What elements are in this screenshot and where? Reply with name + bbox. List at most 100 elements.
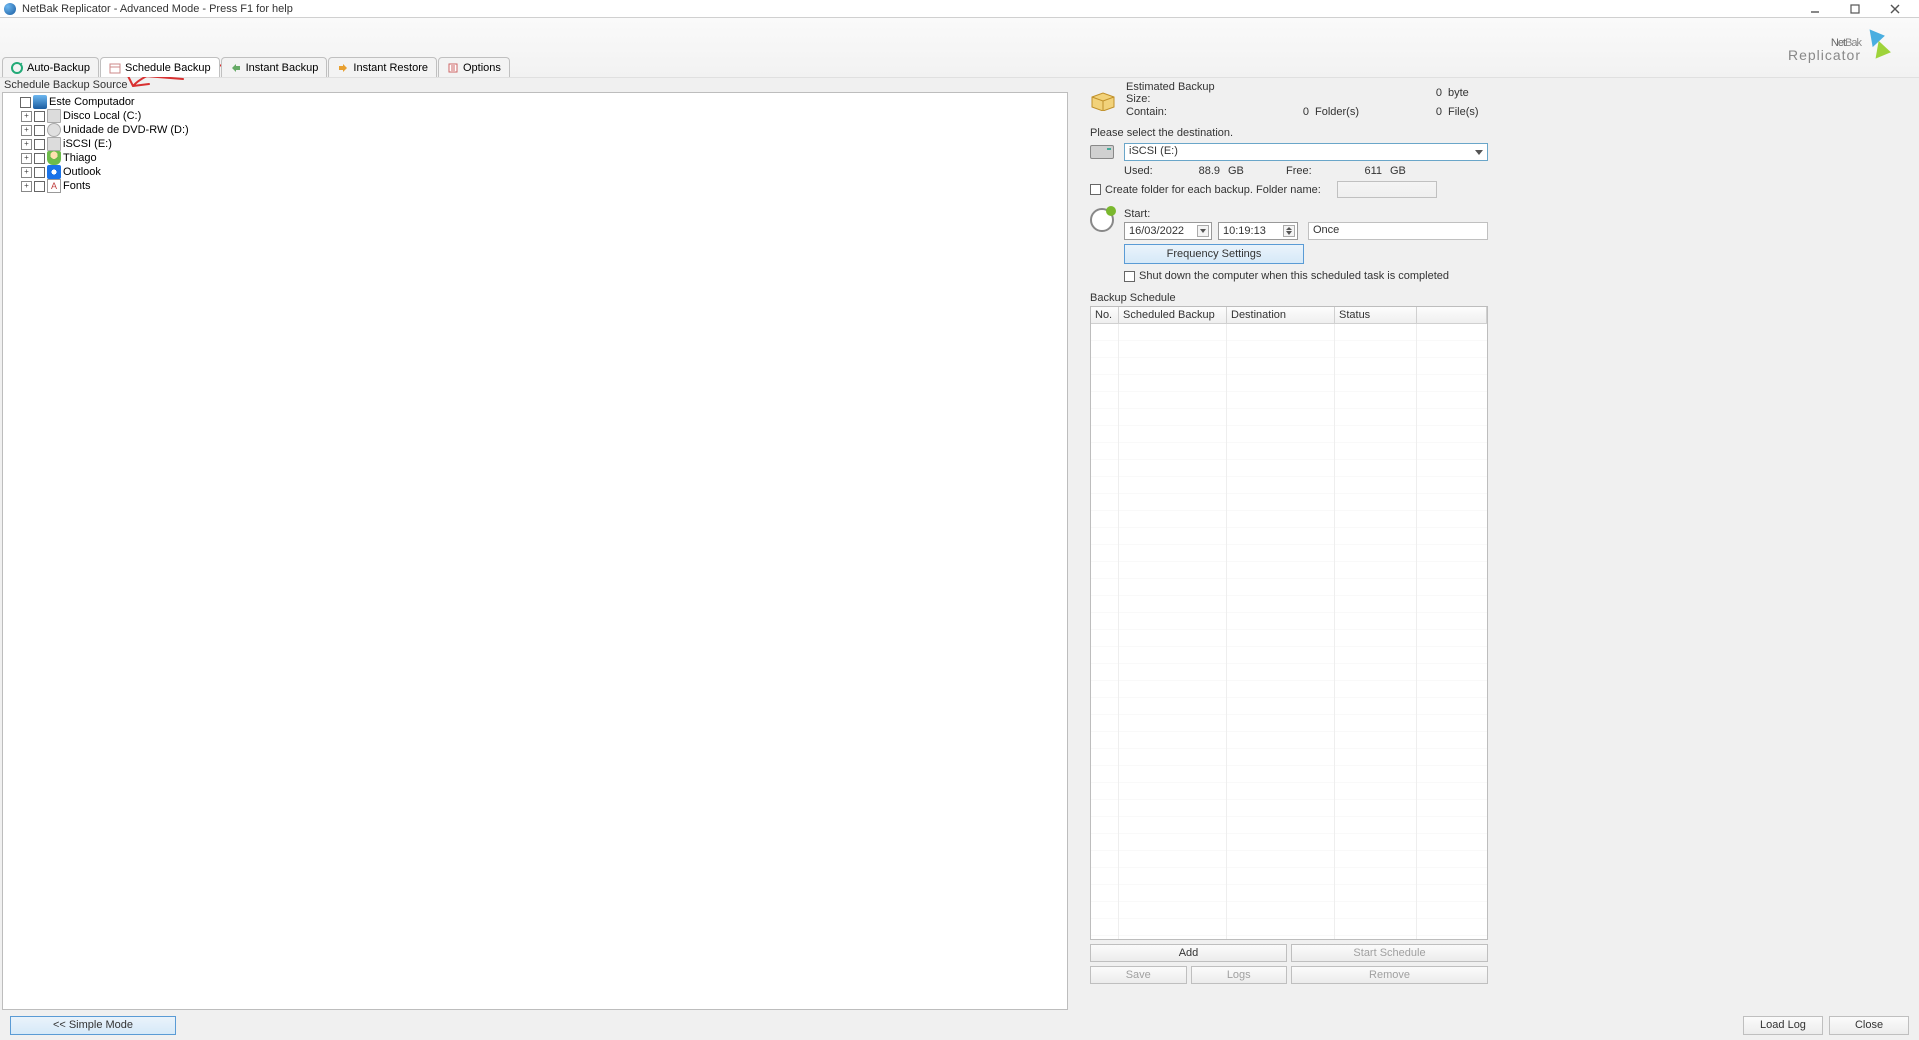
date-picker-icon[interactable] (1197, 225, 1209, 237)
titlebar: NetBak Replicator - Advanced Mode - Pres… (0, 0, 1919, 18)
checkbox[interactable] (34, 111, 45, 122)
used-value: 88.9 (1164, 165, 1220, 177)
folders-value: 0 (1249, 106, 1309, 118)
start-date-input[interactable]: 16/03/2022 (1124, 222, 1212, 240)
tree-node-fonts[interactable]: + Fonts (7, 179, 1063, 193)
expander-icon[interactable]: + (21, 153, 32, 164)
used-label: Used: (1124, 165, 1160, 177)
tab-schedule-backup-label: Schedule Backup (125, 62, 211, 74)
fonts-icon (47, 179, 61, 193)
checkbox[interactable] (34, 125, 45, 136)
tab-instant-backup-label: Instant Backup (246, 62, 319, 74)
schedule-action-buttons: Add Start Schedule Save Logs Remove (1090, 944, 1488, 1006)
tree-node-drive-c[interactable]: + Disco Local (C:) (7, 109, 1063, 123)
logs-button[interactable]: Logs (1191, 966, 1288, 984)
source-panel: Schedule Backup Source Este Computador +… (0, 78, 1088, 1010)
minimize-button[interactable] (1795, 0, 1835, 18)
tree-node-label: Outlook (63, 166, 101, 178)
checkbox[interactable] (34, 153, 45, 164)
footer-close-button[interactable]: Close (1829, 1016, 1909, 1035)
computer-icon (33, 95, 47, 109)
app-logo: NetBak Replicator (1788, 26, 1899, 62)
col-no[interactable]: No. (1091, 307, 1119, 323)
create-folder-label: Create folder for each backup. Folder na… (1105, 184, 1321, 196)
expander-icon[interactable]: + (21, 139, 32, 150)
frequency-settings-button[interactable]: Frequency Settings (1124, 244, 1304, 264)
tab-instant-restore-label: Instant Restore (353, 62, 428, 74)
backup-schedule-label: Backup Schedule (1090, 292, 1488, 304)
save-button[interactable]: Save (1090, 966, 1187, 984)
recurrence-input[interactable]: Once (1308, 222, 1488, 240)
free-label: Free: (1286, 165, 1322, 177)
expander-icon[interactable]: + (21, 181, 32, 192)
checkbox[interactable] (20, 97, 31, 108)
tree-node-outlook[interactable]: + Outlook (7, 165, 1063, 179)
load-log-button[interactable]: Load Log (1743, 1016, 1823, 1035)
col-extra[interactable] (1417, 307, 1487, 323)
contain-label: Contain: (1126, 106, 1236, 118)
folder-name-input[interactable] (1337, 181, 1437, 198)
instant-backup-icon (230, 62, 242, 74)
logo-mark-icon (1867, 26, 1899, 62)
tree-node-dvd-d[interactable]: + Unidade de DVD-RW (D:) (7, 123, 1063, 137)
free-value: 611 (1326, 165, 1382, 177)
expander-icon[interactable]: + (21, 125, 32, 136)
drive-icon (1090, 145, 1114, 159)
simple-mode-button[interactable]: << Simple Mode (10, 1016, 176, 1035)
main-tabbar: Auto-Backup Schedule Backup Instant Back… (2, 57, 511, 77)
auto-backup-icon (11, 62, 23, 74)
user-icon (47, 151, 61, 165)
tree-node-user-thiago[interactable]: + Thiago (7, 151, 1063, 165)
est-size-value: 0 (1382, 87, 1442, 99)
tree-node-label: Este Computador (49, 96, 135, 108)
free-unit: GB (1386, 165, 1410, 177)
tree-node-label: Unidade de DVD-RW (D:) (63, 124, 189, 136)
tab-auto-backup-label: Auto-Backup (27, 62, 90, 74)
drive-icon (47, 109, 61, 123)
time-spinner-icon[interactable] (1283, 225, 1295, 237)
tree-node-label: Disco Local (C:) (63, 110, 141, 122)
tab-instant-backup[interactable]: Instant Backup (221, 57, 328, 77)
col-scheduled-backup[interactable]: Scheduled Backup (1119, 307, 1227, 323)
tree-node-computer[interactable]: Este Computador (7, 95, 1063, 109)
source-tree[interactable]: Este Computador + Disco Local (C:) + Uni… (2, 92, 1068, 1010)
checkbox[interactable] (34, 139, 45, 150)
checkbox[interactable] (34, 167, 45, 178)
start-schedule-button[interactable]: Start Schedule (1291, 944, 1488, 962)
add-button[interactable]: Add (1090, 944, 1287, 962)
dvd-icon (47, 123, 61, 137)
maximize-button[interactable] (1835, 0, 1875, 18)
tab-schedule-backup[interactable]: Schedule Backup (100, 57, 220, 77)
tree-node-iscsi-e[interactable]: + iSCSI (E:) (7, 137, 1063, 151)
tab-instant-restore[interactable]: Instant Restore (328, 57, 437, 77)
start-date-value: 16/03/2022 (1129, 225, 1184, 237)
expander-icon[interactable]: + (21, 111, 32, 122)
start-label: Start: (1124, 208, 1488, 220)
remove-button[interactable]: Remove (1291, 966, 1488, 984)
main-content: Schedule Backup Source Este Computador +… (0, 78, 1919, 1010)
tab-options[interactable]: Options (438, 57, 510, 77)
est-size-unit: byte (1448, 87, 1488, 99)
shutdown-checkbox[interactable] (1124, 271, 1135, 282)
create-folder-checkbox[interactable] (1090, 184, 1101, 195)
window-title: NetBak Replicator - Advanced Mode - Pres… (22, 3, 1795, 15)
schedule-table[interactable]: No. Scheduled Backup Destination Status (1090, 306, 1488, 940)
logo-replicator: Replicator (1788, 49, 1861, 62)
checkbox[interactable] (34, 181, 45, 192)
close-icon (1890, 4, 1900, 14)
tab-auto-backup[interactable]: Auto-Backup (2, 57, 99, 77)
drive-icon (47, 137, 61, 151)
col-destination[interactable]: Destination (1227, 307, 1335, 323)
settings-panel: Estimated Backup Size: 0 byte Contain: 0… (1088, 78, 1498, 1010)
start-time-input[interactable]: 10:19:13 (1218, 222, 1298, 240)
schedule-backup-icon (109, 62, 121, 74)
expander-icon[interactable]: + (21, 167, 32, 178)
tree-node-label: Thiago (63, 152, 97, 164)
options-icon (447, 62, 459, 74)
schedule-table-header: No. Scheduled Backup Destination Status (1091, 307, 1487, 324)
destination-select[interactable]: iSCSI (E:) (1124, 143, 1488, 161)
col-status[interactable]: Status (1335, 307, 1417, 323)
close-button[interactable] (1875, 0, 1915, 18)
used-unit: GB (1224, 165, 1248, 177)
maximize-icon (1850, 4, 1860, 14)
